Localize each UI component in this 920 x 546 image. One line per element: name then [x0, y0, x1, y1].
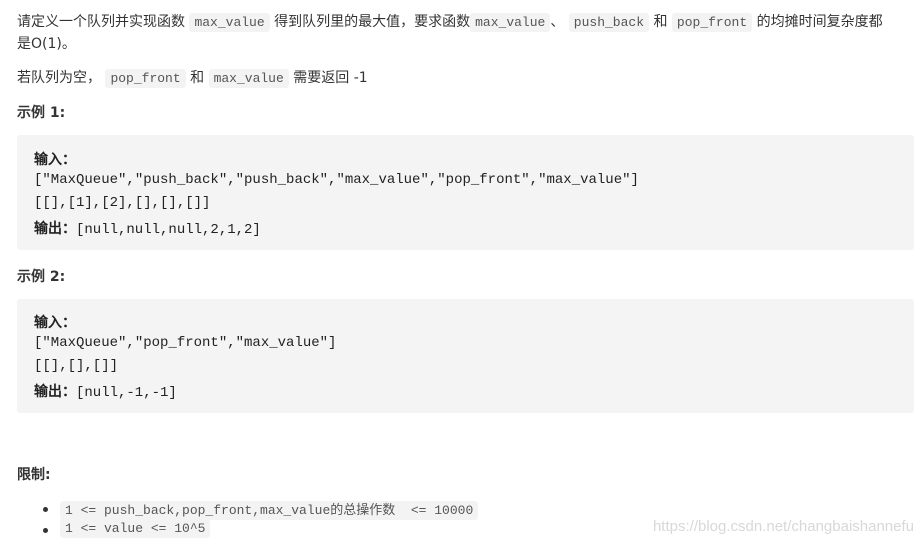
intro-paragraph-2: 若队列为空， pop_front 和 max_value 需要返回 -1	[17, 67, 368, 88]
output-label: 输出：	[34, 221, 76, 237]
input-line-1: ["MaxQueue","pop_front","max_value"]	[34, 335, 337, 351]
inline-code: 1 <= value <= 10^5	[60, 519, 211, 538]
list-item: 1 <= push_back,pop_front,max_value的总操作数 …	[42, 499, 479, 520]
input-line-2: [[],[1],[2],[],[],[]]	[34, 195, 211, 211]
inline-code: pop_front	[105, 69, 186, 88]
text: 的均摊时间复杂度都	[756, 14, 883, 30]
text: 、	[550, 14, 565, 30]
example-1-code-block: 输入： ["MaxQueue","push_back","push_back",…	[17, 135, 914, 250]
input-label: 输入：	[34, 152, 76, 168]
intro-paragraph-1-cont: 是O(1)。	[17, 36, 76, 52]
watermark: https://blog.csdn.net/changbaishannefu	[652, 518, 914, 535]
list-item: 1 <= value <= 10^5	[42, 519, 211, 538]
inline-code: push_back	[568, 13, 650, 32]
text: 需要返回 -1	[293, 70, 368, 86]
text: 请定义一个队列并实现函数	[17, 14, 185, 30]
text: 和	[653, 14, 668, 30]
input-line-2: [[],[],[]]	[34, 358, 119, 374]
intro-paragraph-1: 请定义一个队列并实现函数 max_value 得到队列里的最大值，要求函数 max…	[17, 11, 883, 32]
example-2-heading: 示例 2:	[17, 269, 66, 285]
inline-code: max_value	[470, 13, 551, 32]
input-label: 输入：	[34, 315, 76, 331]
example-1-heading: 示例 1:	[17, 105, 66, 121]
inline-code: max_value	[189, 13, 270, 32]
example-2-code-block: 输入： ["MaxQueue","pop_front","max_value"]…	[17, 299, 914, 413]
output-value: [null,-1,-1]	[76, 385, 177, 401]
output-value: [null,null,null,2,1,2]	[76, 222, 261, 238]
inline-code: 1 <= push_back,pop_front,max_value的总操作数 …	[60, 501, 479, 520]
text: 得到队列里的最大值，要求函数	[274, 14, 471, 30]
text: 和	[190, 70, 205, 86]
inline-code: max_value	[208, 69, 289, 88]
text: 若队列为空，	[17, 70, 101, 86]
inline-code: pop_front	[671, 13, 753, 32]
output-label: 输出：	[34, 384, 76, 400]
limits-heading: 限制:	[17, 467, 51, 483]
input-line-1: ["MaxQueue","push_back","push_back","max…	[34, 172, 639, 188]
